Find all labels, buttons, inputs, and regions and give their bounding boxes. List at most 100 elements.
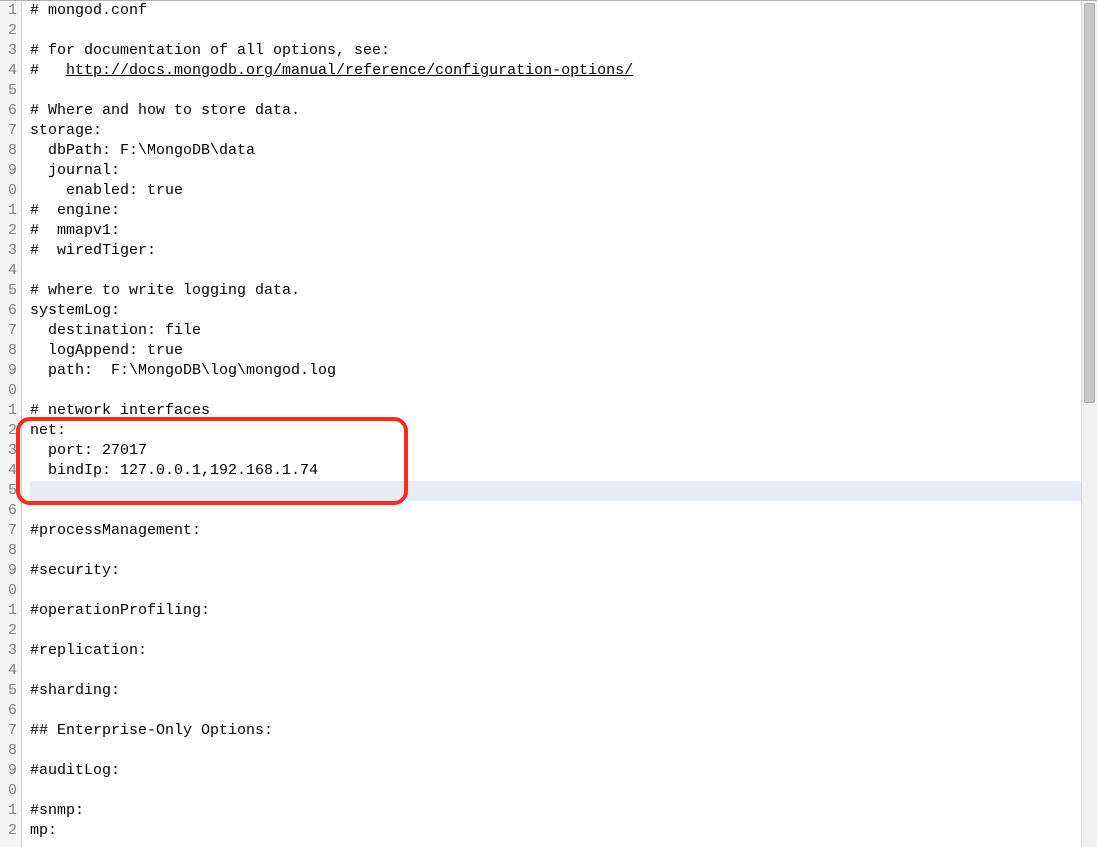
code-line[interactable]: #replication: [30, 641, 1097, 661]
code-line[interactable]: # wiredTiger: [30, 241, 1097, 261]
vertical-scrollbar[interactable] [1081, 1, 1097, 847]
code-text: path: F:\MongoDB\log\mongod.log [30, 362, 336, 379]
line-number: 7 [0, 521, 17, 541]
code-line[interactable]: #sharding: [30, 681, 1097, 701]
code-text: ## Enterprise-Only Options: [30, 722, 273, 739]
code-line[interactable]: net: [30, 421, 1097, 441]
code-line[interactable] [30, 501, 1097, 521]
line-number: 1 [0, 601, 17, 621]
code-text: #auditLog: [30, 762, 120, 779]
code-line[interactable]: # engine: [30, 201, 1097, 221]
line-number: 3 [0, 241, 17, 261]
code-line[interactable]: enabled: true [30, 181, 1097, 201]
code-line[interactable] [30, 701, 1097, 721]
code-line[interactable] [30, 741, 1097, 761]
line-number: 8 [0, 141, 17, 161]
code-text: enabled: true [30, 182, 183, 199]
line-number: 3 [0, 641, 17, 661]
code-text: journal: [30, 162, 120, 179]
line-number: 9 [0, 561, 17, 581]
line-number: 2 [0, 21, 17, 41]
code-text: #security: [30, 562, 120, 579]
code-line[interactable] [30, 81, 1097, 101]
code-text: #processManagement: [30, 522, 201, 539]
line-number: 8 [0, 341, 17, 361]
line-number: 2 [0, 821, 17, 841]
code-line[interactable] [30, 581, 1097, 601]
code-line[interactable] [30, 621, 1097, 641]
code-line[interactable] [30, 781, 1097, 801]
line-number: 6 [0, 501, 17, 521]
line-number: 4 [0, 261, 17, 281]
line-number: 2 [0, 221, 17, 241]
code-text: # network interfaces [30, 402, 210, 419]
line-number: 2 [0, 621, 17, 641]
line-number: 5 [0, 81, 17, 101]
code-text: # where to write logging data. [30, 282, 300, 299]
code-line[interactable]: mp: [30, 821, 1097, 841]
code-text: mp: [30, 822, 57, 839]
line-number: 1 [0, 201, 17, 221]
code-line[interactable]: path: F:\MongoDB\log\mongod.log [30, 361, 1097, 381]
line-number: 9 [0, 361, 17, 381]
doc-link[interactable]: http://docs.mongodb.org/manual/reference… [66, 62, 633, 79]
code-line[interactable]: #operationProfiling: [30, 601, 1097, 621]
line-number: 8 [0, 741, 17, 761]
line-number: 5 [0, 481, 17, 501]
code-line[interactable] [30, 481, 1097, 501]
code-area[interactable]: # mongod.conf # for documentation of all … [22, 1, 1097, 847]
code-line[interactable] [30, 261, 1097, 281]
line-number: 9 [0, 761, 17, 781]
code-line[interactable]: #processManagement: [30, 521, 1097, 541]
code-text: # wiredTiger: [30, 242, 156, 259]
line-number: 0 [0, 581, 17, 601]
code-line[interactable] [30, 541, 1097, 561]
code-line[interactable] [30, 21, 1097, 41]
code-text: #snmp: [30, 802, 84, 819]
line-number: 3 [0, 441, 17, 461]
code-line[interactable]: logAppend: true [30, 341, 1097, 361]
code-line[interactable]: # where to write logging data. [30, 281, 1097, 301]
line-number: 8 [0, 541, 17, 561]
code-line[interactable]: # network interfaces [30, 401, 1097, 421]
line-number-gutter: 1234567890123456789012345678901234567890… [0, 1, 22, 847]
code-text: # mongod.conf [30, 2, 147, 19]
code-line[interactable]: systemLog: [30, 301, 1097, 321]
code-line[interactable]: # Where and how to store data. [30, 101, 1097, 121]
code-line[interactable]: #security: [30, 561, 1097, 581]
line-number: 1 [0, 401, 17, 421]
code-line[interactable]: bindIp: 127.0.0.1,192.168.1.74 [30, 461, 1097, 481]
line-number: 6 [0, 101, 17, 121]
code-text: # Where and how to store data. [30, 102, 300, 119]
code-editor[interactable]: 1234567890123456789012345678901234567890… [0, 0, 1097, 847]
line-number: 7 [0, 721, 17, 741]
code-line[interactable] [30, 661, 1097, 681]
code-line[interactable]: journal: [30, 161, 1097, 181]
code-line[interactable]: # for documentation of all options, see: [30, 41, 1097, 61]
code-line[interactable]: # http://docs.mongodb.org/manual/referen… [30, 61, 1097, 81]
current-line-highlight [30, 481, 1097, 501]
line-number: 1 [0, 801, 17, 821]
code-line[interactable]: storage: [30, 121, 1097, 141]
code-text: # engine: [30, 202, 120, 219]
code-line[interactable]: ## Enterprise-Only Options: [30, 721, 1097, 741]
line-number: 3 [0, 41, 17, 61]
code-line[interactable]: # mongod.conf [30, 1, 1097, 21]
code-line[interactable] [30, 381, 1097, 401]
code-text: #sharding: [30, 682, 120, 699]
code-text: # http://docs.mongodb.org/manual/referen… [30, 62, 633, 79]
code-line[interactable]: #auditLog: [30, 761, 1097, 781]
code-text: dbPath: F:\MongoDB\data [30, 142, 255, 159]
scrollbar-thumb[interactable] [1084, 3, 1095, 403]
code-line[interactable]: # mmapv1: [30, 221, 1097, 241]
code-text: logAppend: true [30, 342, 183, 359]
code-line[interactable]: dbPath: F:\MongoDB\data [30, 141, 1097, 161]
code-line[interactable]: #snmp: [30, 801, 1097, 821]
line-number: 0 [0, 181, 17, 201]
code-text-prefix: # [30, 62, 66, 79]
line-number: 4 [0, 461, 17, 481]
code-text: port: 27017 [30, 442, 147, 459]
code-line[interactable]: port: 27017 [30, 441, 1097, 461]
code-line[interactable]: destination: file [30, 321, 1097, 341]
code-text: storage: [30, 122, 102, 139]
